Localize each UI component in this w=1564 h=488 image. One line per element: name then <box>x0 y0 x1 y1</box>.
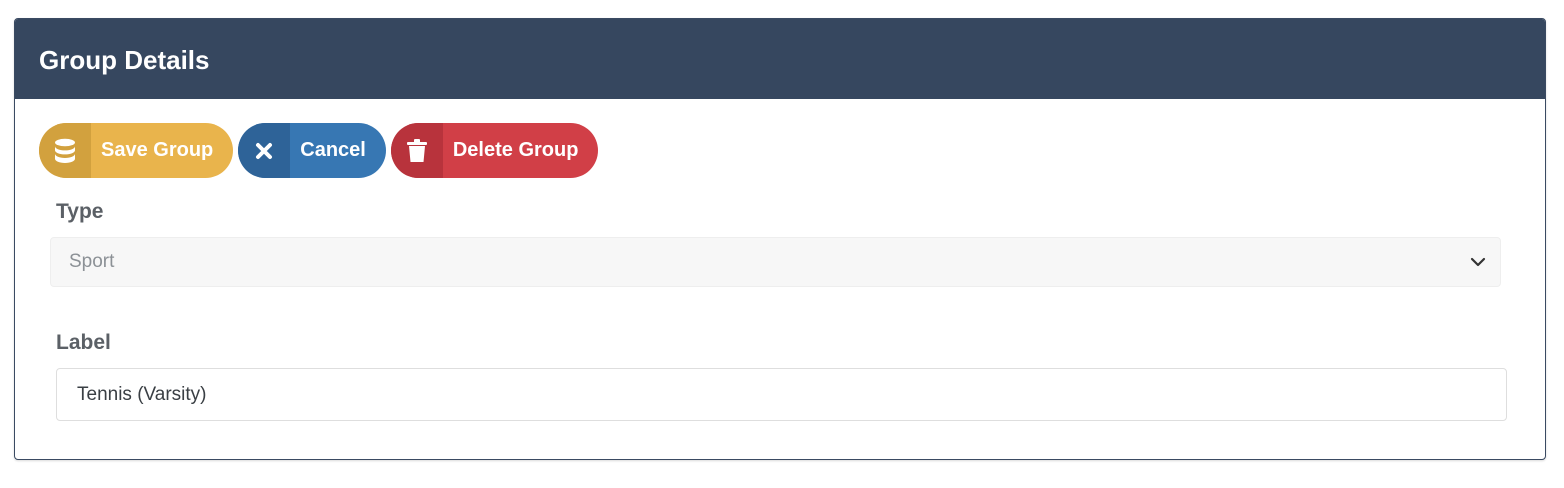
save-group-label: Save Group <box>101 139 214 161</box>
label-input[interactable] <box>56 368 1507 421</box>
type-select-value: Sport <box>69 251 115 272</box>
type-select[interactable]: Sport <box>50 237 1501 287</box>
cancel-button[interactable]: Cancel <box>238 123 386 178</box>
action-toolbar: Save Group Cancel Delete Group <box>39 123 599 178</box>
close-icon <box>238 123 291 178</box>
delete-group-label: Delete Group <box>452 139 579 161</box>
type-field-label: Type <box>56 200 104 223</box>
save-group-button[interactable]: Save Group <box>39 123 234 178</box>
trash-icon <box>390 123 443 178</box>
panel-header: Group Details <box>15 19 1545 99</box>
chevron-down-icon <box>1468 252 1488 272</box>
database-icon <box>39 123 91 178</box>
group-details-panel: Group Details Save Group Cancel Delete G… <box>14 18 1546 460</box>
delete-group-button[interactable]: Delete Group <box>390 123 599 178</box>
label-field-label: Label <box>56 331 111 354</box>
panel-title: Group Details <box>39 44 210 75</box>
cancel-label: Cancel <box>300 139 366 161</box>
